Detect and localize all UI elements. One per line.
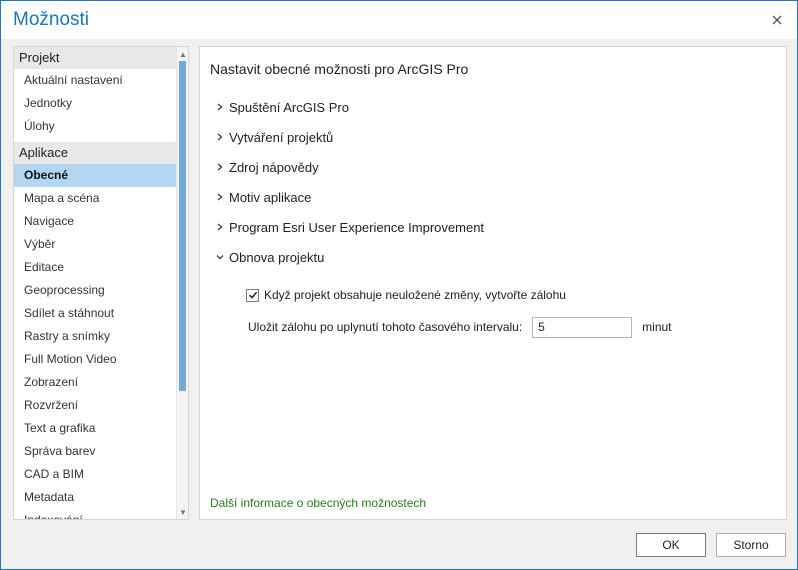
sidebar-item-rastry-a-snimky[interactable]: Rastry a snímky	[14, 325, 176, 348]
dialog-title: Možnosti	[13, 9, 90, 30]
backup-checkbox-label: Když projekt obsahuje neuložené změny, v…	[264, 288, 566, 302]
options-dialog: Možnosti Projekt Aktuální nastavení Jedn…	[0, 0, 798, 570]
section-zdroj-napovedy[interactable]: Zdroj nápovědy	[214, 156, 319, 178]
sidebar-item-cad-a-bim[interactable]: CAD a BIM	[14, 463, 176, 486]
chevron-right-icon	[214, 161, 226, 173]
chevron-right-icon	[214, 221, 226, 233]
sidebar-item-mapa-a-scena[interactable]: Mapa a scéna	[14, 187, 176, 210]
section-obnova-projektu[interactable]: Obnova projektu	[214, 246, 324, 268]
sidebar-item-navigace[interactable]: Navigace	[14, 210, 176, 233]
sidebar-item-sdilet-a-stahnout[interactable]: Sdílet a stáhnout	[14, 302, 176, 325]
section-motiv-aplikace[interactable]: Motiv aplikace	[214, 186, 311, 208]
backup-checkbox[interactable]	[246, 288, 259, 302]
sidebar-item-zobrazeni[interactable]: Zobrazení	[14, 371, 176, 394]
options-sidebar: Projekt Aktuální nastavení Jednotky Úloh…	[13, 46, 189, 520]
chevron-right-icon	[214, 191, 226, 203]
sidebar-item-editace[interactable]: Editace	[14, 256, 176, 279]
section-vytvareni-projektu[interactable]: Vytváření projektů	[214, 126, 333, 148]
sidebar-scrollbar[interactable]: ▲ ▼	[176, 47, 188, 519]
chevron-right-icon	[214, 101, 226, 113]
sidebar-item-rozvrzeni[interactable]: Rozvržení	[14, 394, 176, 417]
scrollbar-thumb[interactable]	[179, 61, 186, 391]
checkmark-icon	[248, 291, 257, 299]
section-spusteni-arcgis-pro[interactable]: Spuštění ArcGIS Pro	[214, 96, 349, 118]
interval-row: Uložit zálohu po uplynutí tohoto časovéh…	[248, 316, 672, 338]
interval-label: Uložit zálohu po uplynutí tohoto časovéh…	[248, 320, 523, 334]
ok-button[interactable]: OK	[636, 533, 706, 557]
sidebar-item-geoprocessing[interactable]: Geoprocessing	[14, 279, 176, 302]
interval-unit: minut	[642, 320, 672, 334]
title-bar: Možnosti	[1, 1, 797, 39]
page-title: Nastavit obecné možnosti pro ArcGIS Pro	[210, 61, 469, 77]
section-label: Spuštění ArcGIS Pro	[229, 99, 349, 115]
sidebar-item-obecne[interactable]: Obecné	[14, 164, 176, 187]
more-info-link[interactable]: Další informace o obecných možnostech	[210, 496, 426, 510]
sidebar-item-indexovani[interactable]: Indexování	[14, 509, 176, 519]
section-label: Motiv aplikace	[229, 189, 312, 205]
sidebar-group-header-projekt: Projekt	[14, 47, 176, 69]
sidebar-item-sprava-barev[interactable]: Správa barev	[14, 440, 176, 463]
scroll-down-icon[interactable]: ▼	[177, 506, 188, 518]
sidebar-item-text-a-grafika[interactable]: Text a grafika	[14, 417, 176, 440]
cancel-button[interactable]: Storno	[716, 533, 786, 557]
interval-input[interactable]	[532, 316, 633, 338]
sidebar-item-jednotky[interactable]: Jednotky	[14, 92, 176, 115]
close-button[interactable]	[765, 9, 789, 31]
close-icon	[772, 15, 782, 25]
section-label: Obnova projektu	[229, 249, 325, 265]
scroll-up-icon[interactable]: ▲	[177, 48, 188, 60]
sidebar-item-full-motion-video[interactable]: Full Motion Video	[14, 348, 176, 371]
section-label: Vytváření projektů	[229, 129, 334, 145]
chevron-right-icon	[214, 131, 226, 143]
sidebar-item-metadata[interactable]: Metadata	[14, 486, 176, 509]
dialog-body: Projekt Aktuální nastavení Jednotky Úloh…	[1, 39, 797, 569]
options-main-panel: Nastavit obecné možnosti pro ArcGIS Pro …	[199, 46, 787, 520]
sidebar-item-ulohy[interactable]: Úlohy	[14, 115, 176, 138]
section-label: Zdroj nápovědy	[229, 159, 319, 175]
section-esri-user-experience[interactable]: Program Esri User Experience Improvement	[214, 216, 484, 238]
sidebar-item-aktualni-nastaveni[interactable]: Aktuální nastavení	[14, 69, 176, 92]
section-label: Program Esri User Experience Improvement	[229, 219, 485, 235]
sidebar-list: Projekt Aktuální nastavení Jednotky Úloh…	[14, 47, 176, 519]
sidebar-group-header-aplikace: Aplikace	[14, 142, 176, 164]
sidebar-item-vyber[interactable]: Výběr	[14, 233, 176, 256]
chevron-down-icon	[214, 251, 226, 263]
backup-option-row: Když projekt obsahuje neuložené změny, v…	[246, 287, 566, 303]
